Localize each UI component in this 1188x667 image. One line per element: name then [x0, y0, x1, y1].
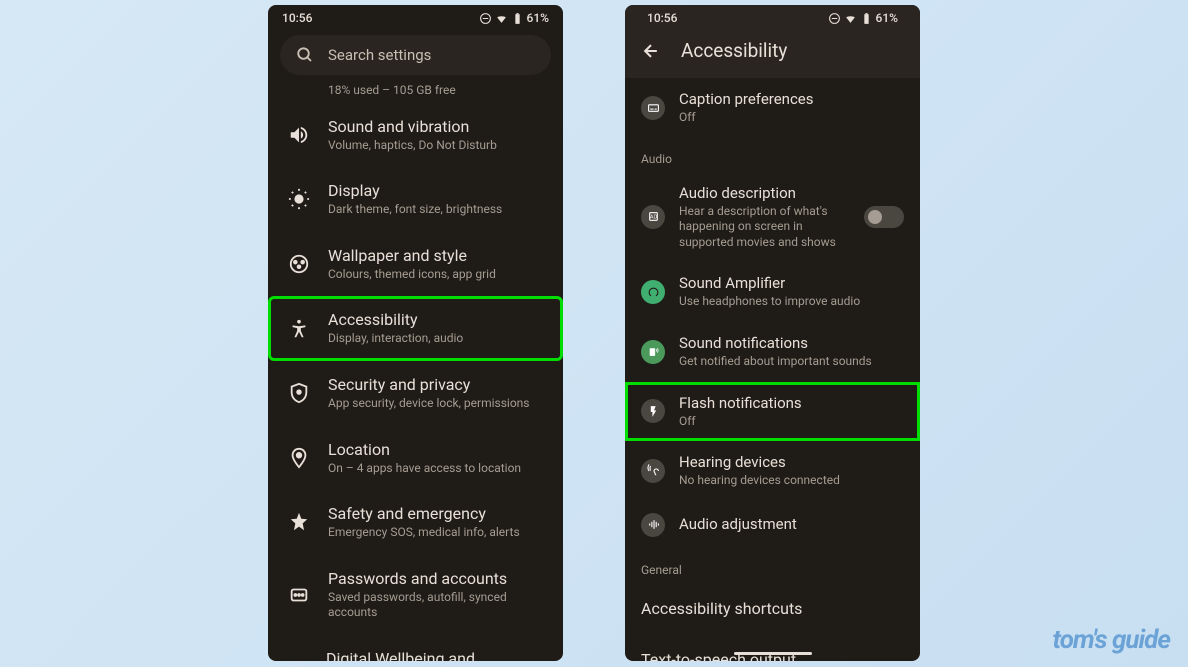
- setting-item-wellbeing-cutoff[interactable]: Digital Wellbeing and parental: [276, 635, 555, 661]
- nav-bar[interactable]: [734, 652, 812, 655]
- setting-item-passwords[interactable]: Passwords and accounts Saved passwords, …: [276, 555, 555, 635]
- setting-subtitle: Dark theme, font size, brightness: [328, 202, 543, 218]
- display-icon: [288, 188, 310, 210]
- dnd-icon: [828, 12, 841, 25]
- setting-title: Location: [328, 440, 543, 459]
- status-time: 10:56: [282, 11, 312, 25]
- acc-title: Audio adjustment: [679, 515, 904, 533]
- back-icon[interactable]: [641, 41, 661, 61]
- section-general: General: [625, 549, 920, 583]
- toggle-audio-description[interactable]: [864, 206, 904, 228]
- acc-item-tts[interactable]: Text-to-speech output: [625, 634, 920, 661]
- setting-item-display[interactable]: Display Dark theme, font size, brightnes…: [276, 167, 555, 232]
- setting-subtitle: Display, interaction, audio: [328, 331, 543, 347]
- search-icon: [296, 46, 314, 64]
- setting-item-location[interactable]: Location On – 4 apps have access to loca…: [276, 426, 555, 491]
- setting-subtitle: Emergency SOS, medical info, alerts: [328, 525, 543, 541]
- search-placeholder: Search settings: [328, 46, 431, 64]
- search-settings-bar[interactable]: Search settings: [280, 35, 551, 75]
- acc-title: Sound Amplifier: [679, 274, 904, 292]
- section-audio: Audio: [625, 138, 920, 172]
- setting-item-safety[interactable]: Safety and emergency Emergency SOS, medi…: [276, 490, 555, 555]
- acc-subtitle: Hear a description of what's happening o…: [679, 204, 850, 251]
- acc-item-shortcuts[interactable]: Accessibility shortcuts: [625, 583, 920, 634]
- settings-list: 18% used – 105 GB free Sound and vibrati…: [268, 83, 563, 661]
- acc-item-hearing-devices[interactable]: Hearing devices No hearing devices conne…: [625, 441, 920, 501]
- setting-item-wallpaper[interactable]: Wallpaper and style Colours, themed icon…: [276, 232, 555, 297]
- acc-subtitle: Get notified about important sounds: [679, 354, 904, 370]
- setting-title: Wallpaper and style: [328, 246, 543, 265]
- accessibility-list: Caption preferences Off Audio AD Audio d…: [625, 78, 920, 661]
- acc-item-audio-description[interactable]: AD Audio description Hear a description …: [625, 172, 920, 263]
- setting-subtitle: App security, device lock, permissions: [328, 396, 543, 412]
- description-icon: AD: [641, 205, 665, 229]
- amplifier-icon: [641, 280, 665, 304]
- accessibility-icon: [288, 318, 310, 340]
- setting-subtitle: On – 4 apps have access to location: [328, 461, 543, 477]
- location-icon: [288, 447, 310, 469]
- setting-item-accessibility[interactable]: Accessibility Display, interaction, audi…: [268, 296, 563, 361]
- setting-subtitle: Saved passwords, autofill, synced accoun…: [328, 590, 543, 621]
- acc-title: Hearing devices: [679, 453, 904, 471]
- safety-icon: [288, 511, 310, 533]
- acc-title: Flash notifications: [679, 394, 904, 412]
- acc-item-sound-notifications[interactable]: Sound notifications Get notified about i…: [625, 322, 920, 382]
- battery-icon: [511, 12, 524, 25]
- volume-icon: [288, 124, 310, 146]
- setting-subtitle: Colours, themed icons, app grid: [328, 267, 543, 283]
- setting-item-sound[interactable]: Sound and vibration Volume, haptics, Do …: [276, 103, 555, 168]
- hearing-icon: [641, 459, 665, 483]
- watermark: tom's guide: [1053, 625, 1171, 655]
- wifi-icon: [495, 12, 508, 25]
- key-icon: [288, 584, 310, 606]
- wifi-icon: [844, 12, 857, 25]
- accessibility-header: 10:56 61% Accessibility: [625, 5, 920, 78]
- setting-title: Security and privacy: [328, 375, 543, 394]
- acc-subtitle: Off: [679, 110, 904, 126]
- acc-title: Caption preferences: [679, 90, 904, 108]
- acc-title: Audio description: [679, 184, 850, 202]
- acc-item-flash-notifications[interactable]: Flash notifications Off: [625, 382, 920, 442]
- acc-item-sound-amplifier[interactable]: Sound Amplifier Use headphones to improv…: [625, 262, 920, 322]
- page-title: Accessibility: [681, 39, 787, 62]
- battery-percent: 61%: [527, 11, 549, 25]
- caption-icon: [641, 96, 665, 120]
- setting-title: Safety and emergency: [328, 504, 543, 523]
- phone-screenshot-right: 10:56 61% Accessibility Caption preferen…: [625, 5, 920, 661]
- acc-item-caption[interactable]: Caption preferences Off: [625, 78, 920, 138]
- battery-icon: [860, 12, 873, 25]
- acc-title: Sound notifications: [679, 334, 904, 352]
- acc-item-audio-adjustment[interactable]: Audio adjustment: [625, 501, 920, 549]
- phone-screenshot-left: 10:56 61% Search settings 18% used – 105…: [268, 5, 563, 661]
- flash-icon: [641, 399, 665, 423]
- wallpaper-icon: [288, 253, 310, 275]
- status-time: 10:56: [647, 11, 677, 25]
- sound-notif-icon: [641, 340, 665, 364]
- audio-adj-icon: [641, 513, 665, 537]
- acc-subtitle: Use headphones to improve audio: [679, 294, 904, 310]
- setting-subtitle: Volume, haptics, Do Not Disturb: [328, 138, 543, 154]
- svg-text:AD: AD: [649, 215, 657, 221]
- status-bar: 10:56 61%: [268, 5, 563, 29]
- setting-title: Accessibility: [328, 310, 543, 329]
- battery-percent: 61%: [876, 11, 898, 25]
- dnd-icon: [479, 12, 492, 25]
- setting-title: Display: [328, 181, 543, 200]
- setting-title: Passwords and accounts: [328, 569, 543, 588]
- acc-subtitle: No hearing devices connected: [679, 473, 904, 489]
- setting-title: Sound and vibration: [328, 117, 543, 136]
- setting-item-storage-partial[interactable]: 18% used – 105 GB free: [276, 83, 555, 103]
- setting-subtitle: 18% used – 105 GB free: [328, 83, 543, 99]
- shield-icon: [288, 382, 310, 404]
- acc-subtitle: Off: [679, 414, 904, 430]
- setting-item-security[interactable]: Security and privacy App security, devic…: [276, 361, 555, 426]
